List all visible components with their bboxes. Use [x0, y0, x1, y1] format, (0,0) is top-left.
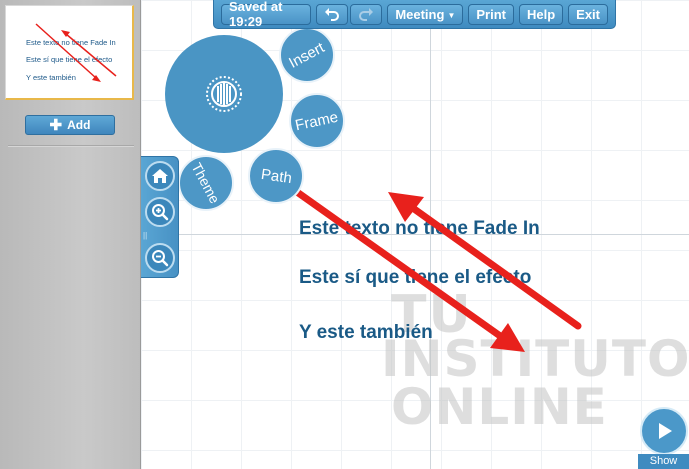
add-label: Add	[67, 118, 91, 132]
zoom-panel: ||	[141, 156, 179, 278]
plus-icon: ✚	[49, 116, 63, 134]
theme-bubble[interactable]: Theme	[178, 155, 234, 211]
show-label: Show	[638, 454, 689, 469]
meeting-label: Meeting	[395, 6, 445, 22]
help-button[interactable]: Help	[518, 3, 564, 25]
sidebar-divider	[8, 145, 134, 147]
redo-button[interactable]	[350, 3, 383, 25]
redo-icon	[359, 8, 374, 21]
meeting-dropdown[interactable]: Meeting ▼	[387, 3, 464, 25]
play-icon	[659, 423, 672, 439]
canvas-text-line-2[interactable]: Este sí que tiene el efecto	[299, 267, 531, 289]
show-button[interactable]: Show	[638, 405, 689, 469]
home-icon	[152, 169, 168, 183]
path-bubble[interactable]: Path	[248, 148, 304, 204]
undo-button[interactable]	[316, 3, 349, 25]
slide-thumbnail[interactable]: Este texto no tiene Fade In Este sí que …	[5, 5, 134, 100]
watermark-line-3: ONLINE	[391, 378, 608, 436]
thumbnail-arrows	[35, 23, 117, 82]
insert-bubble[interactable]: Insert	[279, 27, 335, 83]
zoom-in-icon	[152, 204, 169, 221]
prezi-logo-icon	[206, 76, 242, 112]
home-button[interactable]	[145, 161, 175, 191]
canvas-text-line-1[interactable]: Este texto no tiene Fade In	[299, 218, 540, 240]
exit-label: Exit	[576, 6, 600, 22]
drag-handle-icon[interactable]: ||	[143, 231, 147, 240]
zoom-out-icon	[152, 250, 169, 267]
show-circle	[640, 407, 688, 455]
zoom-out-button[interactable]	[145, 243, 175, 273]
path-label: Path	[259, 165, 293, 187]
help-label: Help	[526, 6, 556, 22]
undo-icon	[325, 8, 340, 21]
main-menu-bubble[interactable]	[165, 35, 283, 153]
frame-bubble[interactable]: Frame	[289, 93, 345, 149]
frame-label: Frame	[294, 108, 340, 134]
print-label: Print	[476, 6, 506, 22]
sidebar: Este texto no tiene Fade In Este sí que …	[0, 0, 141, 469]
print-button[interactable]: Print	[468, 3, 514, 25]
insert-label: Insert	[286, 38, 328, 72]
undo-redo-group	[316, 3, 383, 25]
saved-status-label: Saved at 19:29	[229, 0, 283, 29]
add-frame-button[interactable]: ✚ Add	[25, 115, 115, 135]
saved-status-button[interactable]: Saved at 19:29	[221, 0, 312, 29]
top-toolbar: Saved at 19:29 Meeting ▼ Print Help Exit	[213, 0, 616, 29]
canvas-text-line-3[interactable]: Y este también	[299, 322, 433, 344]
theme-label: Theme	[188, 160, 224, 206]
zoom-in-button[interactable]	[145, 197, 175, 227]
chevron-down-icon: ▼	[447, 10, 456, 20]
exit-button[interactable]: Exit	[568, 3, 608, 25]
